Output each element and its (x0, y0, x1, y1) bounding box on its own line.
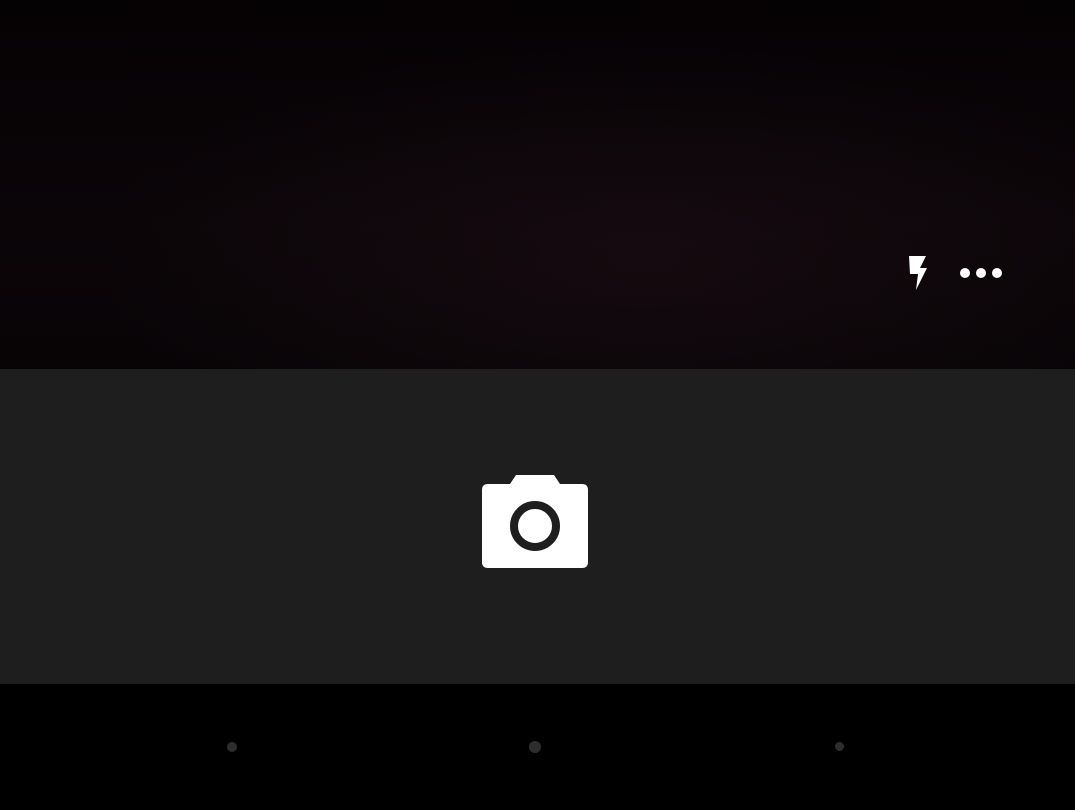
more-icon (960, 268, 1002, 278)
more-options-button[interactable] (955, 260, 1007, 286)
nav-back-button[interactable] (227, 742, 237, 752)
camera-viewfinder[interactable] (0, 0, 1075, 369)
flash-icon (909, 256, 927, 290)
shutter-button[interactable] (478, 470, 592, 574)
flash-button[interactable] (904, 252, 932, 292)
nav-home-button[interactable] (529, 741, 541, 753)
nav-recents-button[interactable] (835, 742, 844, 751)
camera-icon (482, 475, 588, 568)
